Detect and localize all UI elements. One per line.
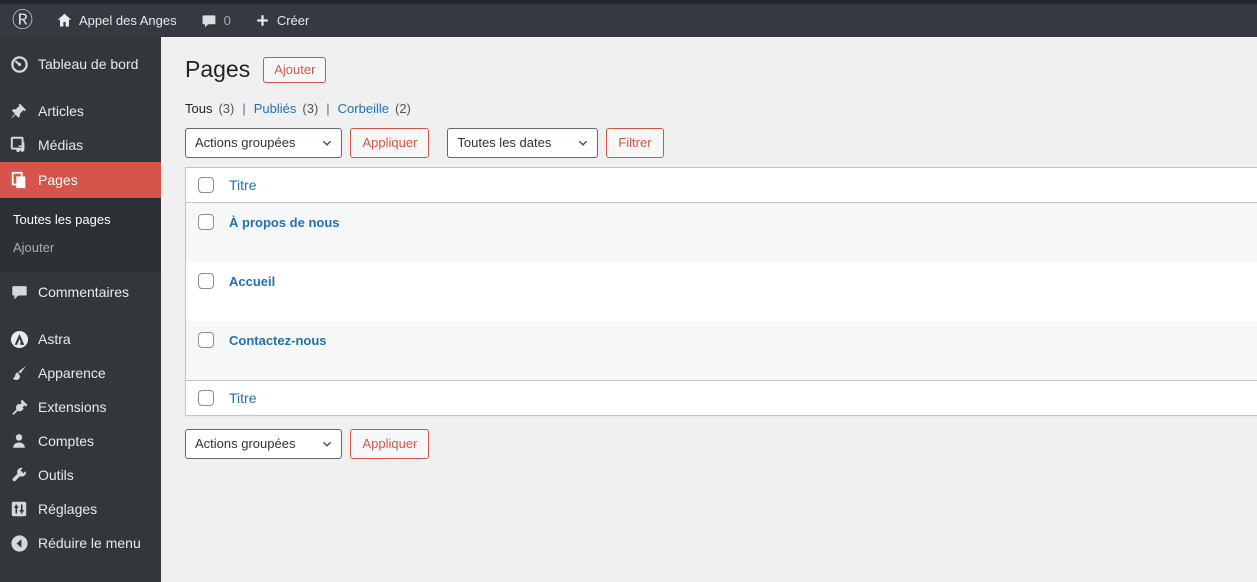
filter-button[interactable]: Filtrer (606, 127, 664, 158)
filter-separator: | (326, 100, 330, 116)
page-row-title-link[interactable]: À propos de nous (229, 203, 340, 230)
home-icon (57, 13, 72, 28)
sidebar-item-label: Réglages (38, 501, 98, 517)
sidebar-item-tools[interactable]: Outils (0, 458, 161, 492)
table-footer-row: Titre (186, 379, 1257, 415)
select-all-checkbox[interactable] (198, 389, 214, 406)
table-row: Contactez-nous (186, 320, 1257, 380)
sidebar-item-label: Apparence (38, 365, 106, 381)
comment-bubble-icon (9, 282, 29, 302)
sliders-icon (9, 499, 29, 519)
filter-separator: | (242, 100, 246, 116)
filter-published-count: (3) (302, 100, 319, 116)
pages-list-table: Titre À propos de nous Accueil Contactez… (185, 166, 1257, 416)
date-filter-select[interactable]: Toutes les dates (447, 127, 599, 158)
sidebar-item-plugins[interactable]: Extensions (0, 390, 161, 424)
dashboard-icon (9, 54, 29, 74)
bulk-actions-selected-value: Actions groupées (195, 135, 296, 151)
bulk-actions-toolbar-top: Actions groupées Appliquer Toutes les da… (185, 127, 1257, 158)
comment-count: 0 (223, 13, 231, 28)
table-row: Accueil (186, 262, 1257, 321)
submenu-item-label: Ajouter (13, 239, 55, 255)
status-filter-links: Tous (3) | Publiés (3) | Corbeille (2) (185, 101, 1257, 116)
submenu-item-label: Toutes les pages (13, 211, 111, 227)
sidebar-item-media[interactable]: Médias (0, 128, 161, 162)
table-row: À propos de nous (186, 202, 1257, 262)
filter-trash-link[interactable]: Corbeille (338, 101, 389, 116)
filter-published-link[interactable]: Publiés (254, 101, 297, 116)
select-all-checkbox[interactable] (198, 176, 214, 193)
paintbrush-icon (9, 363, 29, 383)
sidebar-item-comments[interactable]: Commentaires (0, 275, 161, 309)
page-row-title-link[interactable]: Contactez-nous (229, 321, 327, 348)
add-page-button[interactable]: Ajouter (263, 56, 327, 83)
bulk-actions-select-bottom[interactable]: Actions groupées (185, 428, 343, 459)
admin-top-bar: Ⓡ Appel des Anges 0 Créer (0, 0, 1257, 37)
sidebar-item-dashboard[interactable]: Tableau de bord (0, 47, 161, 81)
filter-all-count: (3) (218, 100, 235, 116)
sidebar-item-label: Pages (38, 172, 78, 188)
admin-sidebar-menu: Tableau de bord Articles Médias Pages To… (0, 37, 161, 582)
wordpress-logo-menu[interactable]: Ⓡ (0, 4, 45, 37)
sidebar-item-users[interactable]: Comptes (0, 424, 161, 458)
comments-admin-link[interactable]: 0 (189, 4, 243, 37)
sidebar-item-label: Extensions (38, 399, 107, 415)
sidebar-item-appearance[interactable]: Apparence (0, 356, 161, 390)
chevron-down-icon (321, 438, 333, 450)
bulk-actions-select[interactable]: Actions groupées (185, 127, 343, 158)
column-header-title[interactable]: Titre (229, 177, 256, 193)
apply-button-top[interactable]: Appliquer (350, 127, 430, 158)
user-icon (9, 431, 29, 451)
sidebar-item-label: Tableau de bord (38, 56, 139, 72)
new-content-menu[interactable]: Créer (243, 4, 322, 37)
column-footer-title[interactable]: Titre (229, 390, 256, 406)
submenu-item-all-pages[interactable]: Toutes les pages (0, 205, 161, 233)
sidebar-item-label: Réduire le menu (38, 535, 141, 551)
site-name-link[interactable]: Appel des Anges (45, 4, 189, 37)
chevron-down-icon (577, 137, 589, 149)
sidebar-item-pages[interactable]: Pages (0, 162, 161, 198)
row-checkbox[interactable] (198, 331, 214, 348)
comment-bubble-icon (201, 13, 217, 29)
filter-trash-count: (2) (394, 100, 411, 116)
site-name-label: Appel des Anges (79, 13, 177, 28)
submenu-item-add-page[interactable]: Ajouter (0, 233, 161, 261)
table-header-row: Titre (186, 168, 1257, 203)
pages-submenu: Toutes les pages Ajouter (0, 198, 161, 271)
row-checkbox[interactable] (198, 213, 214, 230)
table-body: À propos de nous Accueil Contactez-nous (186, 202, 1257, 380)
menu-separator (0, 81, 161, 94)
plus-icon (255, 13, 270, 28)
pushpin-icon (9, 101, 29, 121)
plugin-icon (9, 397, 29, 417)
sidebar-item-label: Articles (38, 103, 84, 119)
date-filter-selected-value: Toutes les dates (457, 135, 552, 151)
pages-admin-content: Pages Ajouter Tous (3) | Publiés (3) | C… (161, 37, 1257, 582)
apply-button-bottom[interactable]: Appliquer (350, 428, 430, 459)
new-content-label: Créer (276, 13, 310, 28)
page-row-title-link[interactable]: Accueil (229, 262, 275, 289)
sidebar-item-label: Commentaires (38, 284, 130, 300)
wordpress-logo-icon: Ⓡ (12, 9, 33, 32)
page-title: Pages (185, 56, 251, 82)
menu-separator (0, 309, 161, 322)
media-icon (9, 135, 29, 155)
bulk-actions-selected-value: Actions groupées (195, 436, 296, 452)
sidebar-item-label: Astra (38, 331, 71, 347)
sidebar-item-collapse-menu[interactable]: Réduire le menu (0, 526, 161, 560)
sidebar-item-posts[interactable]: Articles (0, 94, 161, 128)
sidebar-item-label: Outils (38, 467, 74, 483)
chevron-down-icon (321, 137, 333, 149)
astra-logo-icon (9, 329, 29, 349)
sidebar-item-label: Comptes (38, 433, 95, 449)
sidebar-item-astra[interactable]: Astra (0, 322, 161, 356)
collapse-arrow-icon (9, 533, 29, 553)
wrench-icon (9, 465, 29, 485)
row-checkbox[interactable] (198, 272, 214, 289)
filter-all-link[interactable]: Tous (185, 101, 212, 116)
bulk-actions-toolbar-bottom: Actions groupées Appliquer (185, 428, 1257, 459)
sidebar-item-settings[interactable]: Réglages (0, 492, 161, 526)
pages-icon (9, 170, 29, 190)
sidebar-item-label: Médias (38, 137, 84, 153)
